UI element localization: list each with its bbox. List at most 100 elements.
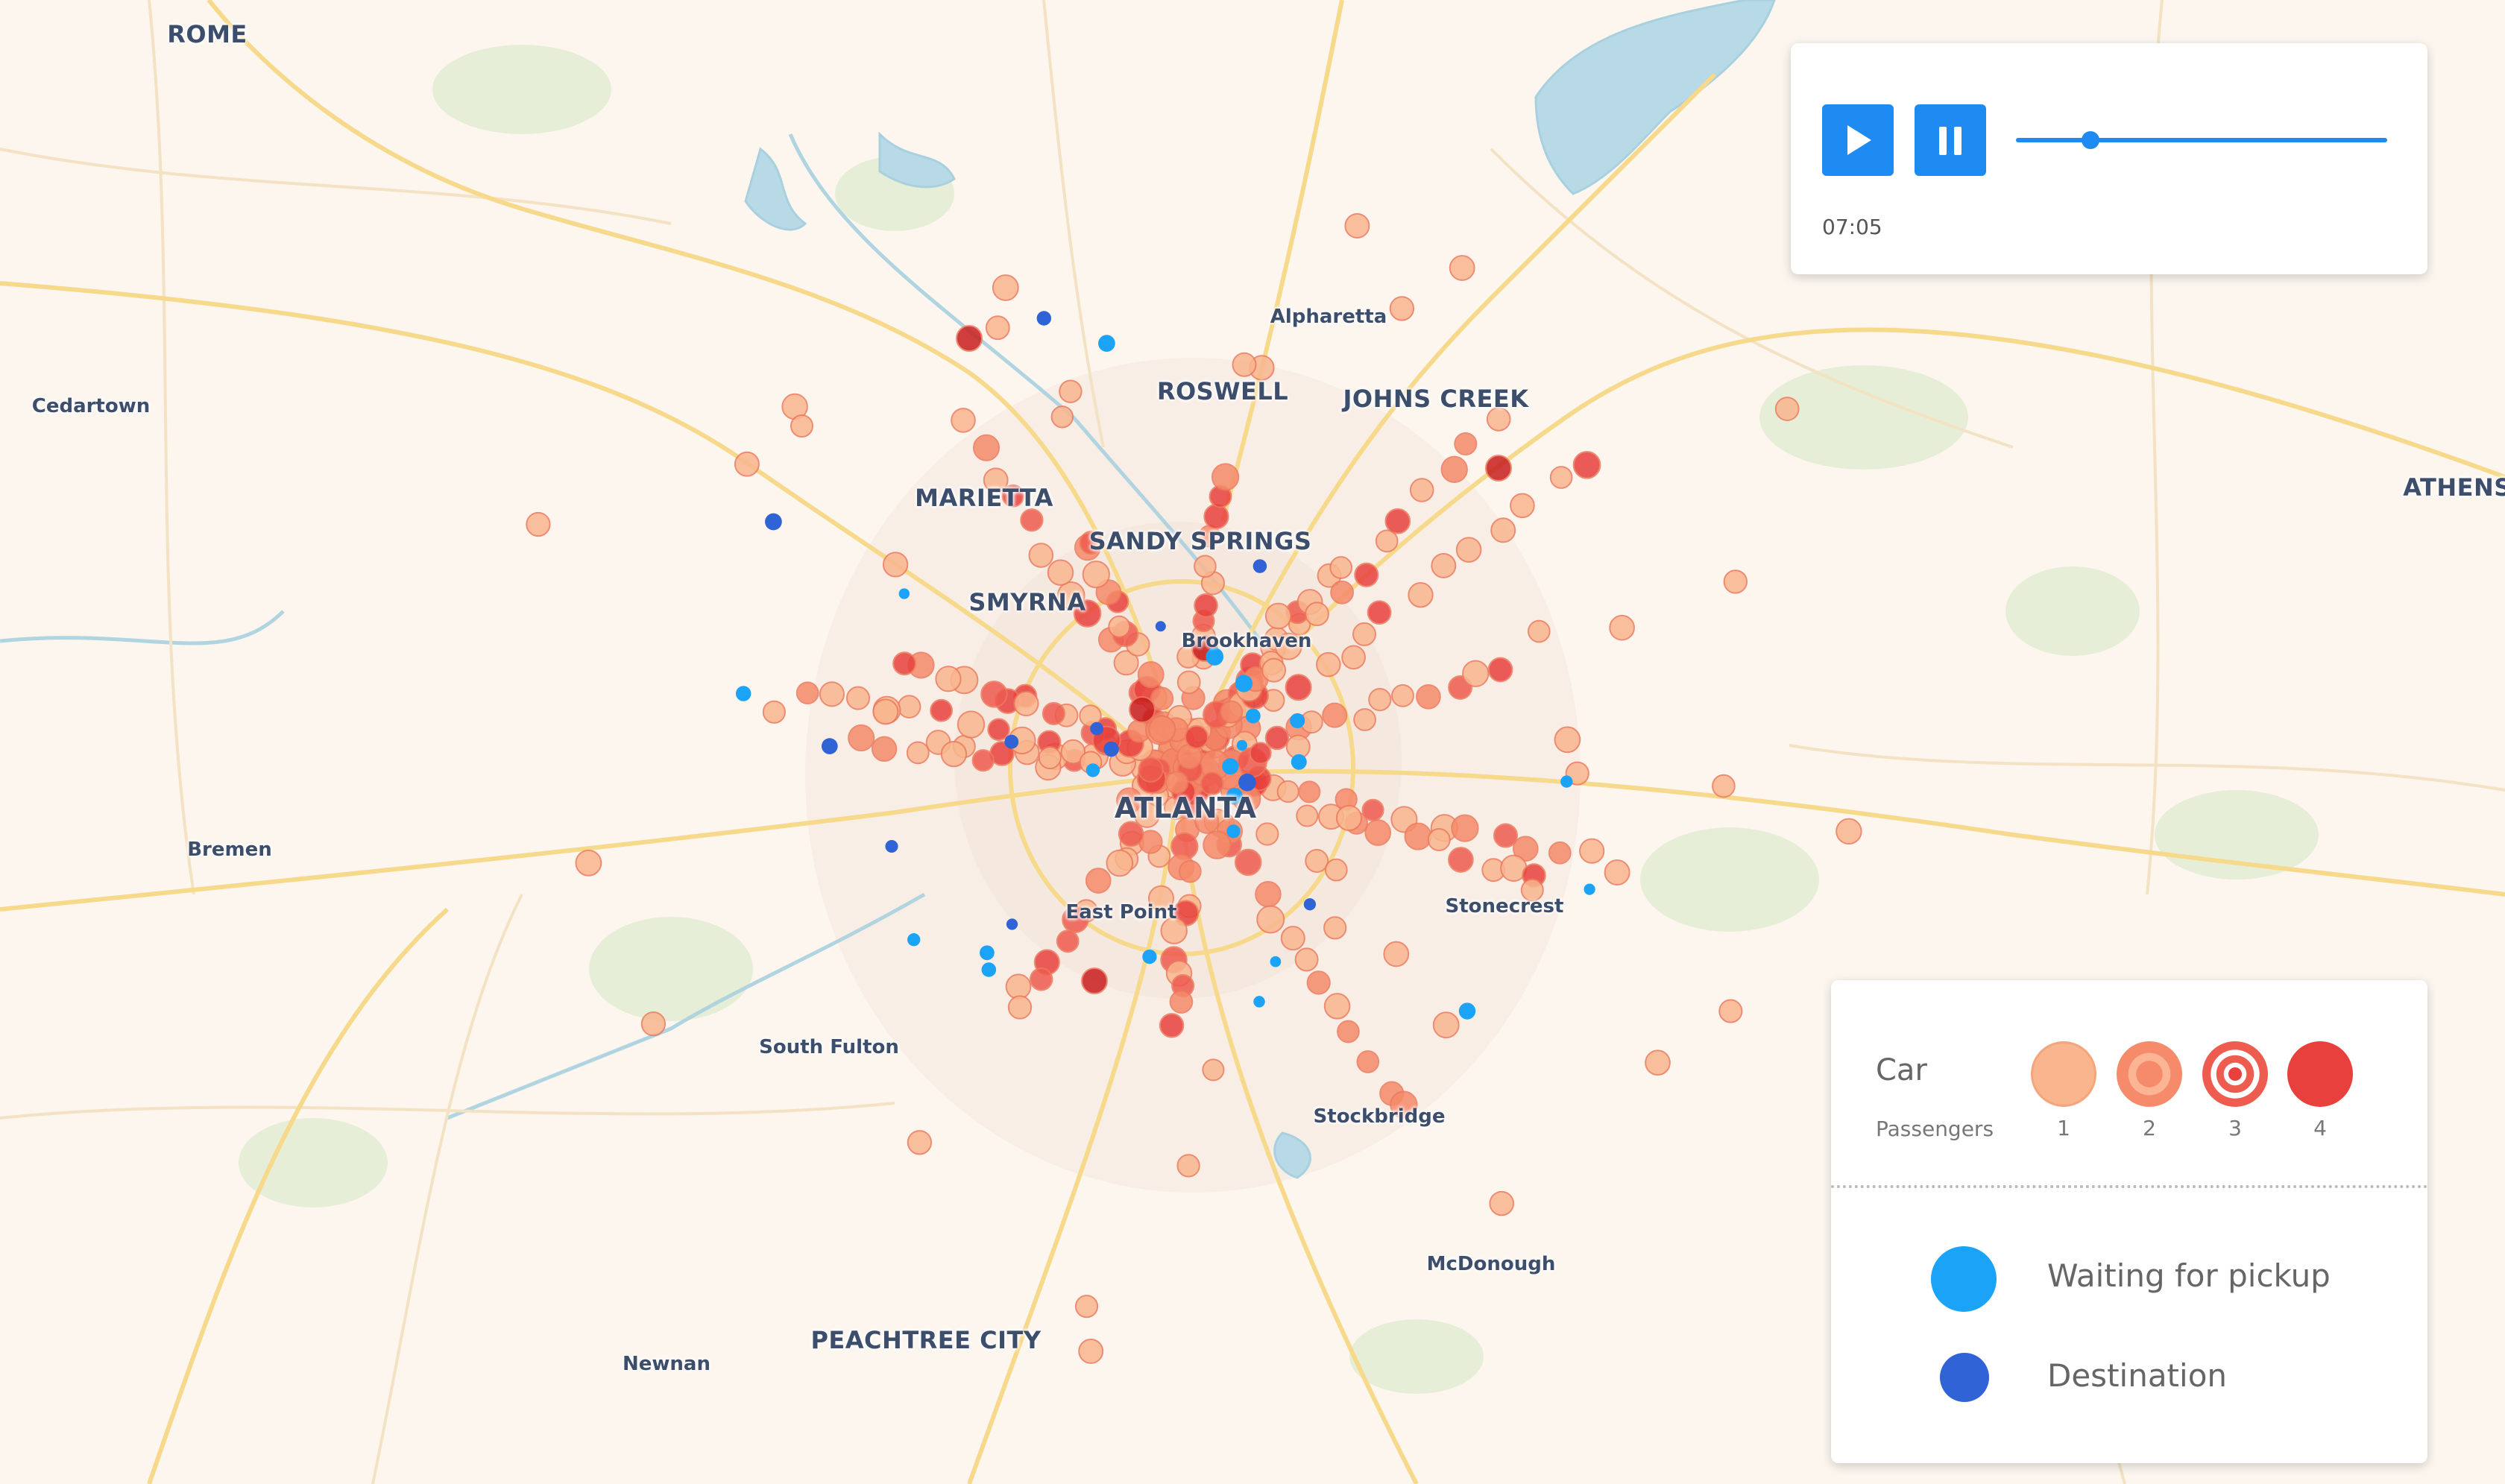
destination-marker[interactable] [1103,741,1119,757]
car-marker[interactable] [1368,688,1392,712]
car-marker[interactable] [1050,405,1074,429]
car-marker[interactable] [1305,849,1329,873]
car-marker[interactable] [1138,757,1164,783]
waiting-pickup-marker[interactable] [907,933,921,947]
car-marker[interactable] [972,434,1001,461]
car-marker[interactable] [1527,619,1551,643]
car-marker[interactable] [1341,645,1366,670]
destination-marker[interactable] [1560,775,1573,788]
car-marker[interactable] [1038,746,1062,770]
car-marker[interactable] [1431,552,1457,578]
destination-marker[interactable] [1222,758,1239,775]
car-marker[interactable] [1118,821,1144,847]
car-marker[interactable] [882,552,909,578]
car-marker[interactable] [1335,804,1363,831]
car-marker[interactable] [1330,580,1355,604]
car-marker[interactable] [846,686,870,710]
car-marker[interactable] [992,274,1019,301]
destination-marker[interactable] [1235,675,1253,692]
car-marker[interactable] [1211,463,1240,491]
destination-marker[interactable] [885,839,898,853]
destination-marker[interactable] [1155,621,1166,632]
car-marker[interactable] [526,511,551,537]
car-marker[interactable] [1462,660,1490,687]
car-marker[interactable] [790,414,814,438]
destination-marker[interactable] [981,962,997,977]
car-marker[interactable] [1047,559,1074,586]
car-marker[interactable] [1353,708,1376,731]
waiting-pickup-marker[interactable] [735,686,752,701]
car-marker[interactable] [1256,905,1285,934]
car-marker[interactable] [1264,725,1290,751]
car-marker[interactable] [1306,970,1331,995]
car-marker[interactable] [980,681,1008,708]
car-marker[interactable] [1454,432,1478,456]
play-button[interactable] [1822,104,1894,176]
car-marker[interactable] [1409,478,1434,502]
car-marker[interactable] [575,849,602,877]
car-marker[interactable] [1404,822,1432,850]
car-marker[interactable] [1280,926,1305,951]
car-marker[interactable] [1548,841,1572,865]
car-marker[interactable] [1165,771,1189,795]
car-marker[interactable] [951,408,976,433]
car-marker[interactable] [1264,602,1292,630]
car-marker[interactable] [762,700,787,724]
car-marker[interactable] [795,681,819,705]
car-marker[interactable] [1489,1190,1514,1216]
car-marker[interactable] [957,710,986,739]
car-marker[interactable] [1383,941,1410,967]
destination-marker[interactable] [1253,996,1265,1008]
car-marker[interactable] [1836,818,1862,845]
car-marker[interactable] [819,681,845,707]
car-marker[interactable] [1490,517,1516,543]
car-marker[interactable] [1455,537,1482,563]
car-marker[interactable] [1178,859,1202,883]
car-marker[interactable] [1261,657,1287,683]
car-marker[interactable] [1352,622,1376,646]
car-marker[interactable] [1169,990,1194,1014]
waiting-pickup-marker[interactable] [1098,335,1115,352]
car-marker[interactable] [1354,562,1379,587]
car-marker[interactable] [1316,651,1341,678]
car-marker[interactable] [1322,702,1348,728]
car-marker[interactable] [1364,819,1392,846]
car-marker[interactable] [1645,1049,1671,1076]
car-marker[interactable] [1220,700,1244,724]
car-marker[interactable] [1137,661,1165,689]
car-marker[interactable] [985,315,1010,341]
car-marker[interactable] [1249,742,1272,765]
car-marker[interactable] [1448,847,1474,873]
car-marker[interactable] [1549,466,1573,489]
waiting-pickup-marker[interactable] [1006,918,1018,930]
car-marker[interactable] [1085,868,1112,894]
destination-marker[interactable] [1004,734,1019,749]
car-marker[interactable] [906,741,930,765]
car-marker[interactable] [956,325,983,352]
car-marker[interactable] [1391,683,1414,707]
car-marker[interactable] [1389,296,1415,321]
car-marker[interactable] [1329,556,1353,579]
car-marker[interactable] [1285,674,1312,701]
waiting-pickup-marker[interactable] [1291,754,1307,770]
car-marker[interactable] [907,1130,933,1155]
destination-marker[interactable] [1090,722,1103,736]
car-marker[interactable] [1323,916,1347,940]
car-marker[interactable] [1296,804,1319,827]
car-marker[interactable] [1572,450,1601,479]
car-marker[interactable] [892,651,917,676]
car-marker[interactable] [1059,379,1083,403]
waiting-pickup-marker[interactable] [821,738,838,754]
destination-marker[interactable] [765,513,782,531]
car-marker[interactable] [1432,1011,1460,1039]
car-marker[interactable] [848,724,875,752]
car-marker[interactable] [1082,561,1110,589]
pause-button[interactable] [1915,104,1986,176]
car-marker[interactable] [1005,973,1032,1000]
car-marker[interactable] [1007,995,1033,1020]
car-marker[interactable] [1255,880,1282,908]
car-marker[interactable] [1774,397,1800,421]
car-marker[interactable] [1078,1338,1104,1364]
car-marker[interactable] [1029,967,1053,991]
car-marker[interactable] [1255,822,1279,846]
